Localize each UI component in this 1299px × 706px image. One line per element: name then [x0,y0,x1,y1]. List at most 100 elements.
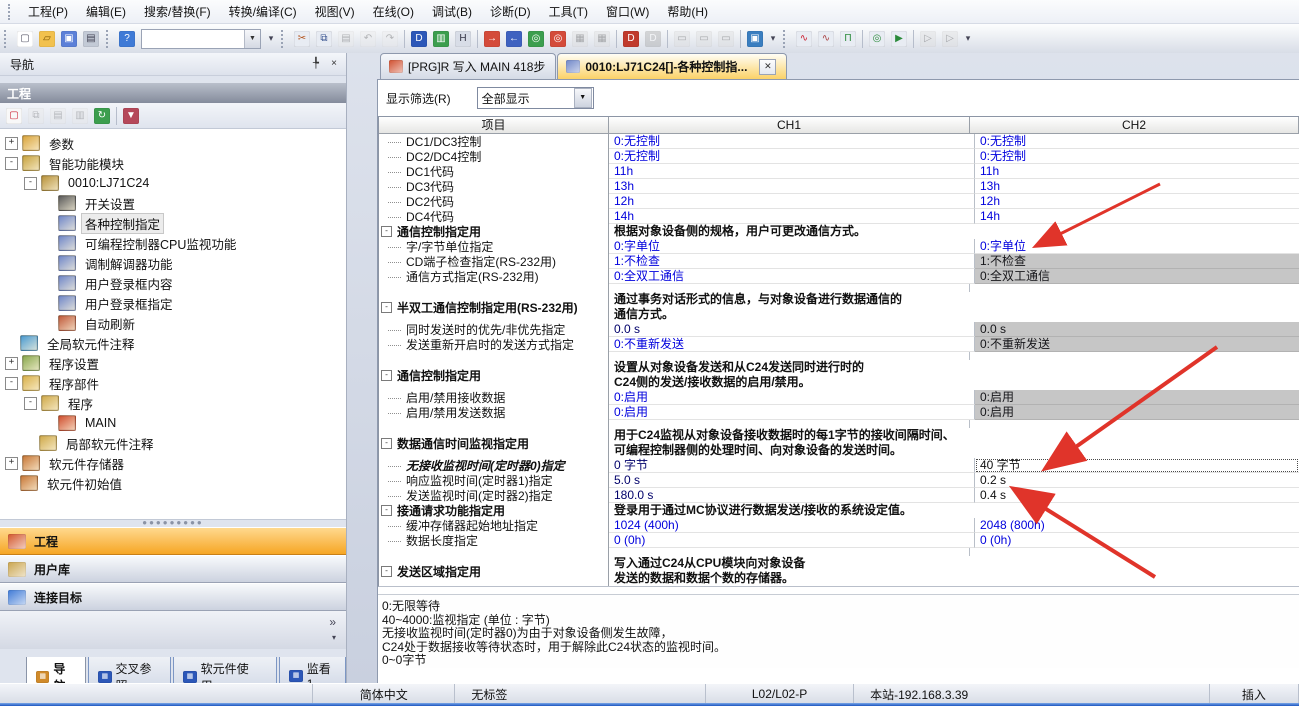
intelligent-module-write-icon[interactable]: D [620,28,642,50]
new-project-icon[interactable]: ▢ [14,28,36,50]
tree-item-各种控制指定[interactable]: 各种控制指定 [0,213,346,233]
menu-item[interactable]: 窗口(W) [597,0,658,23]
collapse-icon[interactable]: - [381,302,392,313]
collapse-icon[interactable]: - [381,438,392,449]
combobox-dropdown-icon[interactable]: ▼ [244,30,260,48]
tree-toggle-icon[interactable]: - [24,177,37,190]
menu-item[interactable]: 工程(P) [19,0,77,23]
view-button-工程[interactable]: 工程 [0,527,346,555]
document-tab[interactable]: [PRG]R 写入 MAIN 418步 [380,53,556,79]
ch2-value-cell[interactable]: 40 字节 [975,458,1299,473]
ch2-value-cell[interactable]: 11h [975,164,1299,179]
help-icon[interactable]: ? [116,28,138,50]
pin-icon[interactable]: ╄ [308,57,324,72]
ch1-value-cell[interactable]: 1:不检查 [609,254,975,269]
remote-operation-icon[interactable]: ◎ [547,28,569,50]
toolbar-combobox[interactable]: ▼ [141,29,261,49]
program-exec-icon[interactable]: ▶ [888,28,910,50]
device-comment-icon[interactable]: D [408,28,430,50]
collapse-icon[interactable]: - [381,505,392,516]
ch2-value-cell[interactable]: 0:全双工通信 [975,269,1299,284]
tree-item-用户登录框指定[interactable]: 用户登录框指定 [0,293,346,313]
monitor-mode-icon[interactable]: ▣ [744,28,766,50]
tree-item-智能功能模块[interactable]: -智能功能模块 [0,153,346,173]
ch1-value-cell[interactable]: 0 (0h) [609,533,975,548]
ch2-value-cell[interactable]: 14h [975,209,1299,224]
collapse-icon[interactable]: - [381,566,392,577]
ch2-value-cell[interactable]: 0:启用 [975,390,1299,405]
toolbar-grip[interactable] [4,30,11,48]
display-filter-combobox[interactable]: 全部显示 ▼ [477,87,594,109]
ch1-value-cell[interactable]: 0 字节 [609,458,975,473]
ch1-value-cell[interactable]: 1024 (400h) [609,518,975,533]
tree-item-参数[interactable]: +参数 [0,133,346,153]
ch1-value-cell[interactable]: 14h [609,209,975,224]
toolbar-overflow-icon[interactable]: ▾ [264,33,277,44]
close-panel-icon[interactable]: × [326,57,342,72]
ch2-value-cell[interactable]: 2048 (800h) [975,518,1299,533]
view-button-用户库[interactable]: 用户库 [0,555,346,583]
tree-toggle-icon[interactable]: + [5,457,18,470]
collapse-icon[interactable]: - [381,370,392,381]
ch2-value-cell[interactable]: 0.2 s [975,473,1299,488]
menu-item[interactable]: 视图(V) [306,0,364,23]
collapse-icon[interactable]: - [381,226,392,237]
menu-item[interactable]: 工具(T) [540,0,597,23]
menu-item[interactable]: 诊断(D) [481,0,540,23]
tree-item-可编程控制器CPU监视功能[interactable]: 可编程控制器CPU监视功能 [0,233,346,253]
ch2-value-cell[interactable]: 0:不重新发送 [975,337,1299,352]
ch2-value-cell[interactable]: 0:字单位 [975,239,1299,254]
ch2-value-cell[interactable]: 0:无控制 [975,149,1299,164]
tree-item-自动刷新[interactable]: 自动刷新 [0,313,346,333]
menu-item[interactable]: 搜索/替换(F) [135,0,220,23]
copy-icon[interactable]: ⧉ [313,28,335,50]
ch2-value-cell[interactable]: 1:不检查 [975,254,1299,269]
tree-item-0010:LJ71C24[interactable]: -0010:LJ71C24 [0,173,346,193]
ch1-value-cell[interactable]: 0:启用 [609,405,975,420]
toolbar-grip[interactable] [281,30,288,48]
toolbar-overflow-icon[interactable]: ▾ [766,33,779,44]
tree-item-软元件存储器[interactable]: +软元件存储器 [0,453,346,473]
refresh-icon[interactable]: ↻ [91,105,113,127]
open-project-icon[interactable]: ▱ [36,28,58,50]
ch1-value-cell[interactable]: 12h [609,194,975,209]
verify-plc-icon[interactable]: ◎ [525,28,547,50]
print-icon[interactable]: ▤ [80,28,102,50]
device-monitor-icon[interactable]: H [452,28,474,50]
tree-item-程序设置[interactable]: +程序设置 [0,353,346,373]
new-data-icon[interactable]: ▢ [3,105,25,127]
toolbar-overflow-icon[interactable]: ▾ [961,33,974,44]
tree-item-程序[interactable]: -程序 [0,393,346,413]
ch2-value-cell[interactable]: 12h [975,194,1299,209]
document-tab[interactable]: 0010:LJ71C24[]-各种控制指...✕ [557,53,787,79]
ch1-value-cell[interactable]: 0.0 s [609,322,975,337]
chevron-down-icon[interactable]: ▼ [574,88,592,108]
tree-item-局部软元件注释[interactable]: 局部软元件注释 [0,433,346,453]
ch1-value-cell[interactable]: 180.0 s [609,488,975,503]
sort-filter-icon[interactable]: ▼ [120,105,142,127]
ch2-value-cell[interactable]: 0 (0h) [975,533,1299,548]
monitor-stop-icon[interactable]: ∿ [815,28,837,50]
ch2-value-cell[interactable]: 0.4 s [975,488,1299,503]
toolbar-grip[interactable] [106,30,113,48]
device-test-icon[interactable]: Π [837,28,859,50]
ch1-value-cell[interactable]: 13h [609,179,975,194]
tree-item-用户登录框内容[interactable]: 用户登录框内容 [0,273,346,293]
tree-toggle-icon[interactable]: - [5,377,18,390]
ch1-value-cell[interactable]: 0:无控制 [609,149,975,164]
close-tab-icon[interactable]: ✕ [759,59,776,75]
tree-toggle-icon[interactable]: + [5,137,18,150]
ch1-value-cell[interactable]: 5.0 s [609,473,975,488]
cut-icon[interactable]: ✂ [291,28,313,50]
ch1-value-cell[interactable]: 0:无控制 [609,134,975,149]
ch1-value-cell[interactable]: 0:启用 [609,390,975,405]
tree-toggle-icon[interactable]: - [5,157,18,170]
read-from-plc-icon[interactable]: ← [503,28,525,50]
ch1-value-cell[interactable]: 11h [609,164,975,179]
tree-toggle-icon[interactable]: - [24,397,37,410]
monitor-find-icon[interactable]: ◎ [866,28,888,50]
menu-item[interactable]: 调试(B) [423,0,481,23]
tree-item-调制解调器功能[interactable]: 调制解调器功能 [0,253,346,273]
ch1-value-cell[interactable]: 0:字单位 [609,239,975,254]
toolbar-grip[interactable] [783,30,790,48]
